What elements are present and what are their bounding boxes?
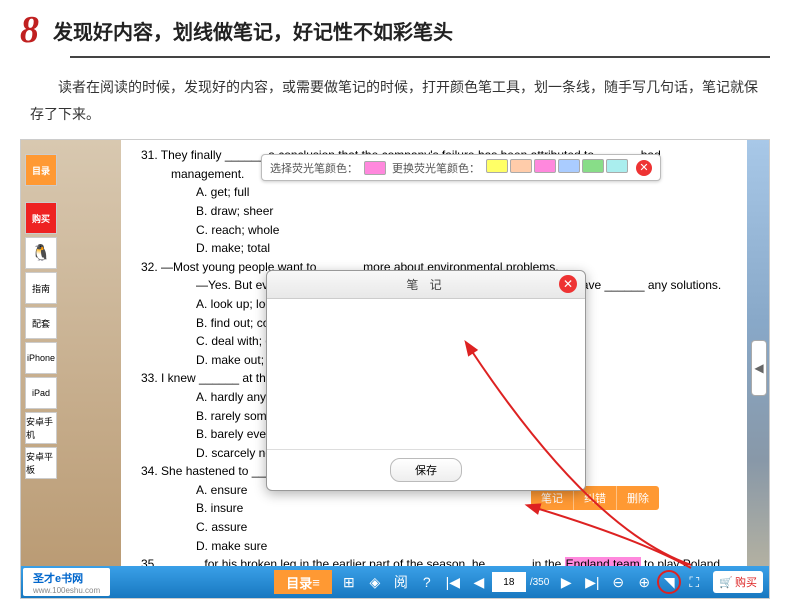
- section-title: 发现好内容，划线做笔记，好记性不如彩笔头: [53, 16, 453, 45]
- note-dialog-title: 笔 记: [406, 276, 445, 293]
- context-delete-button[interactable]: 删除: [617, 486, 659, 510]
- bottom-toolbar: 圣才e书网 www.100eshu.com 目录 ≡ ⊞ ◈ 阅 ? |◀ ◀ …: [21, 566, 769, 598]
- sidebar-ipad-button[interactable]: iPad: [25, 377, 57, 409]
- next-page-icon[interactable]: ▶: [553, 569, 579, 595]
- bookmark-icon[interactable]: ◈: [362, 569, 388, 595]
- note-close-icon[interactable]: ✕: [559, 275, 577, 293]
- highlighter-close-icon[interactable]: ✕: [636, 160, 652, 176]
- sidebar-qq-button[interactable]: 🐧: [25, 237, 57, 269]
- sidebar-iphone-button[interactable]: iPhone: [25, 342, 57, 374]
- highlighter-tool-icon[interactable]: ◥: [657, 570, 681, 594]
- color-swatch[interactable]: [606, 159, 628, 173]
- toc-button[interactable]: 目录 ≡: [274, 570, 332, 594]
- divider: [70, 56, 770, 58]
- bottom-buy-button[interactable]: 🛒购买: [713, 571, 763, 593]
- right-panel-handle[interactable]: ◀: [751, 340, 767, 396]
- app-screenshot: 目录 购买 🐧 指南 配套 iPhone iPad 安卓手机 安卓平板 31. …: [20, 139, 770, 599]
- zoom-out-icon[interactable]: ⊖: [605, 569, 631, 595]
- sidebar-buy-button[interactable]: 购买: [25, 202, 57, 234]
- last-page-icon[interactable]: ▶|: [579, 569, 605, 595]
- sidebar-guide-button[interactable]: 指南: [25, 272, 57, 304]
- highlighted-text[interactable]: England team: [565, 557, 641, 566]
- sidebar-android-tablet-button[interactable]: 安卓平板: [25, 447, 57, 479]
- highlighter-current-swatch[interactable]: [364, 161, 386, 175]
- color-swatch[interactable]: [486, 159, 508, 173]
- grid-icon[interactable]: ⊞: [336, 569, 362, 595]
- intro-text: 读者在阅读的时候，发现好的内容，或需要做笔记的时候，打开颜色笔工具，划一条线，随…: [0, 60, 790, 139]
- highlighter-toolbar: 选择荧光笔颜色： 更换荧光笔颜色： ✕: [261, 154, 661, 181]
- sidebar-android-phone-button[interactable]: 安卓手机: [25, 412, 57, 444]
- color-swatch[interactable]: [534, 159, 556, 173]
- color-swatch[interactable]: [582, 159, 604, 173]
- left-sidebar: 目录 购买 🐧 指南 配套 iPhone iPad 安卓手机 安卓平板: [25, 154, 57, 479]
- page-number-input[interactable]: [492, 572, 526, 592]
- sidebar-catalog-button[interactable]: 目录: [25, 154, 57, 186]
- zoom-in-icon[interactable]: ⊕: [631, 569, 657, 595]
- highlighter-change-label: 更换荧光笔颜色：: [392, 160, 480, 176]
- section-number: 8: [20, 8, 39, 52]
- fullscreen-icon[interactable]: ⛶: [681, 569, 707, 595]
- note-textarea[interactable]: [267, 299, 585, 449]
- view-icon[interactable]: 阅: [388, 569, 414, 595]
- note-save-button[interactable]: 保存: [390, 458, 462, 482]
- prev-page-icon[interactable]: ◀: [466, 569, 492, 595]
- first-page-icon[interactable]: |◀: [440, 569, 466, 595]
- color-swatch[interactable]: [510, 159, 532, 173]
- page-total-label: /350: [526, 577, 553, 588]
- help-icon[interactable]: ?: [414, 569, 440, 595]
- highlighter-select-label: 选择荧光笔颜色：: [270, 160, 358, 176]
- color-swatch[interactable]: [558, 159, 580, 173]
- note-dialog: 笔 记 ✕ 保存: [266, 270, 586, 491]
- brand-logo: 圣才e书网 www.100eshu.com: [23, 568, 110, 596]
- sidebar-package-button[interactable]: 配套: [25, 307, 57, 339]
